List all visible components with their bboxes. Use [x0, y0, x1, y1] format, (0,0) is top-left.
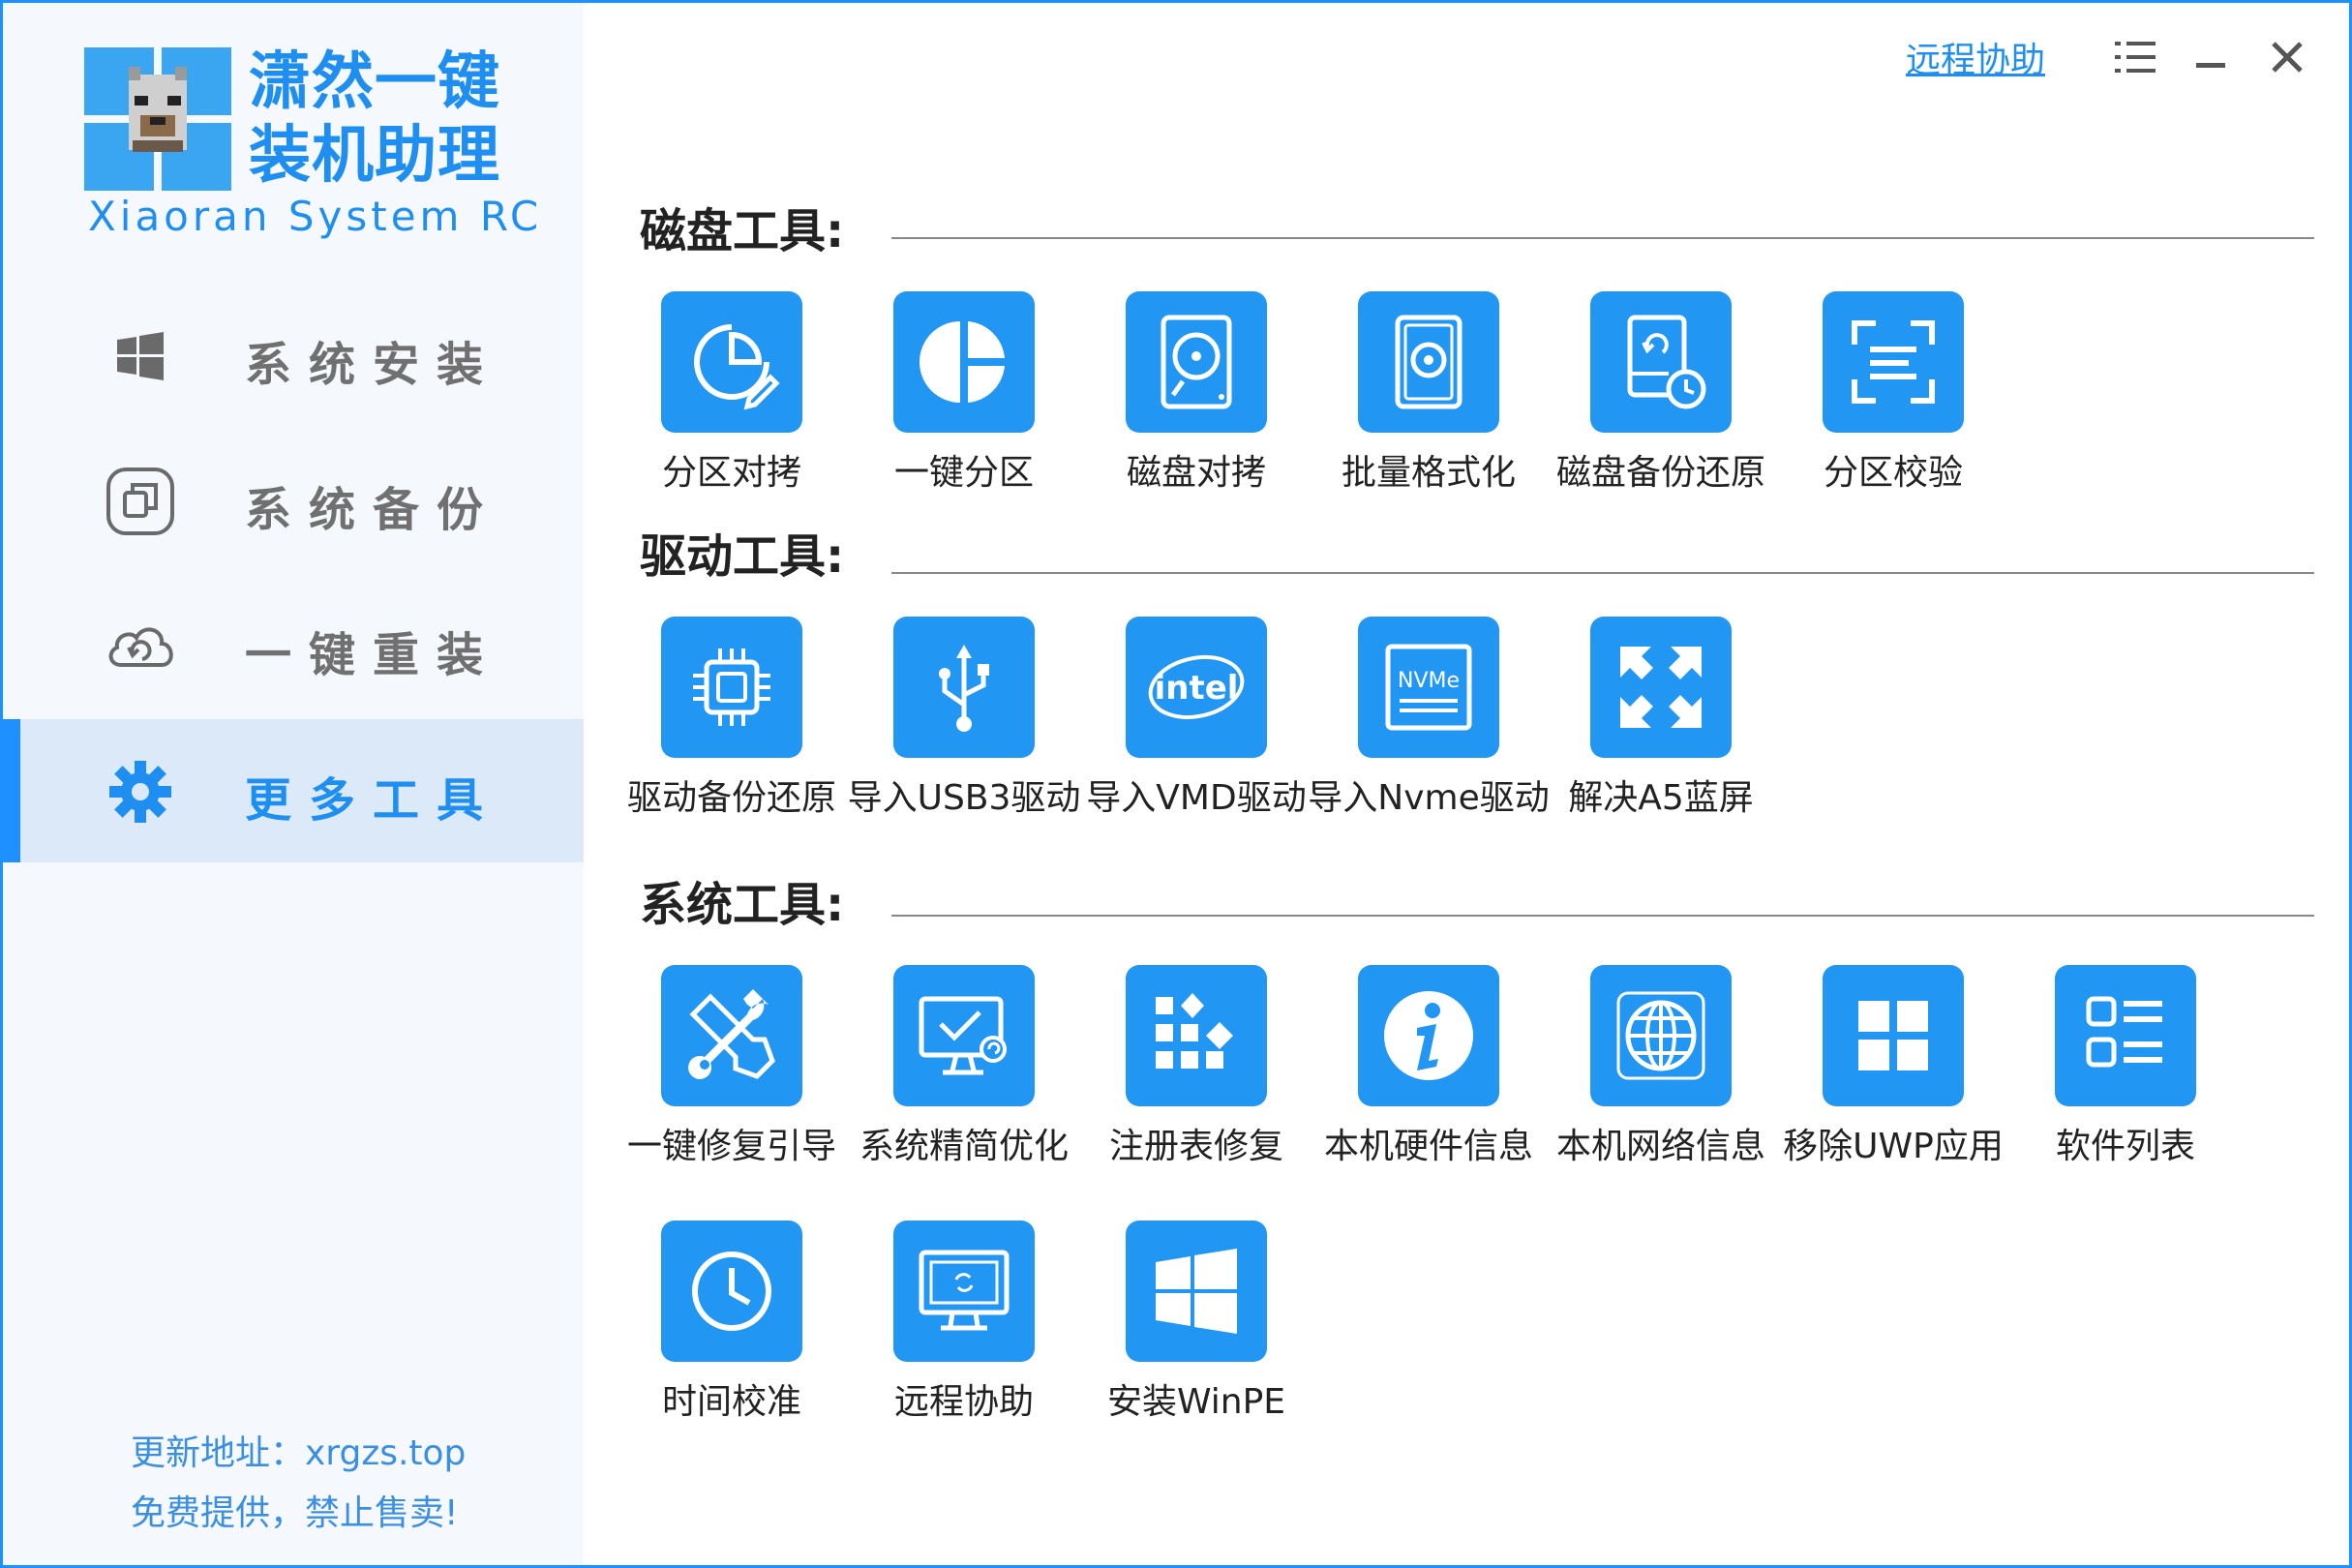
free-notice-text: 免费提供，禁止售卖!: [131, 1493, 459, 1533]
wolf-logo-icon: [84, 47, 231, 191]
tool-label: 本机网络信息: [1555, 1127, 1765, 1166]
section-divider: [891, 572, 2314, 574]
tool-disk-copy[interactable]: 磁盘对拷: [1087, 291, 1310, 514]
remote-assist-link[interactable]: 远程协助: [1906, 32, 2045, 82]
section-title-disk-tools: 磁盘工具:: [640, 204, 845, 258]
app-logo: 潇然一键 装机助理 Xiaoran System RC: [84, 46, 538, 241]
tool-batch-format[interactable]: 批量格式化: [1319, 291, 1542, 514]
tool-network-info[interactable]: 本机网络信息: [1552, 965, 1774, 1188]
sidebar: 潇然一键 装机助理 Xiaoran System RC 系统安装 系统备份 一键…: [3, 3, 584, 1565]
sidebar-item-one-click-reinstall[interactable]: 一键重装: [3, 574, 584, 717]
sidebar-footer: 更新地址：xrgzs.top 免费提供，禁止售卖!: [131, 1424, 466, 1544]
chip-icon: [693, 648, 770, 726]
sidebar-item-label: 系统备份: [245, 483, 501, 537]
logo-title-line2: 装机助理: [249, 120, 500, 192]
section-divider: [891, 915, 2314, 917]
registry-icon: [1156, 993, 1233, 1069]
main-panel: 远程协助 磁盘工具: 分区对拷 一键分区 磁盘对拷 批量格式化 磁盘备份还原 分…: [584, 3, 2349, 1565]
tool-label: 驱动备份还原: [626, 778, 836, 818]
app-window: 潇然一键 装机助理 Xiaoran System RC 系统安装 系统备份 一键…: [0, 0, 2352, 1568]
globe-icon: [1616, 991, 1705, 1080]
sidebar-item-system-backup[interactable]: 系统备份: [3, 429, 584, 572]
tool-remove-uwp-apps[interactable]: 移除UWP应用: [1783, 965, 2006, 1188]
tool-label: 一键修复引导: [626, 1127, 836, 1166]
svg-text:intel: intel: [1155, 669, 1239, 708]
tool-import-nvme-driver[interactable]: NVMe 导入Nvme驱动: [1308, 617, 1550, 839]
usb-icon: [939, 645, 989, 732]
tool-system-slim-optimize[interactable]: 系统精简优化: [855, 965, 1077, 1188]
info-icon: [1384, 991, 1473, 1080]
windows-logo-icon: [1156, 1249, 1237, 1334]
partition-verify-icon: [1852, 320, 1935, 404]
tool-label: 解决A5蓝屏: [1568, 778, 1754, 818]
section-title-driver-tools: 驱动工具:: [640, 529, 845, 584]
wrench-icon: [688, 989, 775, 1079]
partition-copy-icon: [694, 324, 780, 410]
tool-fix-a5-bluescreen[interactable]: 解决A5蓝屏: [1552, 617, 1774, 839]
tool-label: 软件列表: [2055, 1127, 2195, 1166]
section-title-system-tools: 系统工具:: [640, 878, 845, 932]
tool-label: 系统精简优化: [859, 1127, 1069, 1166]
tool-label: 磁盘备份还原: [1555, 453, 1765, 493]
active-indicator: [3, 719, 20, 862]
tool-label: 注册表修复: [1108, 1127, 1283, 1166]
tool-label: 导入Nvme驱动: [1308, 778, 1550, 818]
tool-disk-backup-restore[interactable]: 磁盘备份还原: [1552, 291, 1774, 514]
monitor-check-icon: [919, 996, 1007, 1075]
gear-icon: [109, 761, 171, 823]
pie-partition-icon: [920, 321, 1005, 403]
logo-title-line1: 潇然一键: [249, 46, 500, 118]
format-icon: [1395, 315, 1462, 409]
cloud-refresh-icon: [108, 627, 173, 667]
svg-text:NVMe: NVMe: [1398, 669, 1460, 693]
tool-label: 时间校准: [661, 1382, 801, 1422]
tool-label: 本机硬件信息: [1323, 1127, 1533, 1166]
tool-remote-assist[interactable]: 远程协助: [855, 1221, 1077, 1443]
sidebar-item-system-install[interactable]: 系统安装: [3, 284, 584, 427]
tool-label: 导入USB3驱动: [847, 778, 1081, 818]
sidebar-item-label: 系统安装: [245, 338, 501, 392]
section-divider: [891, 237, 2314, 239]
disk-backup-icon: [1627, 315, 1706, 409]
tool-time-sync[interactable]: 时间校准: [622, 1221, 845, 1443]
tool-install-winpe[interactable]: 安装WinPE: [1087, 1221, 1310, 1443]
tool-label: 导入VMD驱动: [1086, 778, 1307, 818]
backup-icon: [106, 467, 174, 535]
tool-label: 移除UWP应用: [1783, 1127, 2004, 1166]
tool-label: 分区对拷: [661, 453, 801, 493]
expand-arrows-icon: [1620, 647, 1702, 728]
disk-copy-icon: [1161, 315, 1232, 409]
tool-label: 分区校验: [1823, 453, 1963, 493]
tool-registry-repair[interactable]: 注册表修复: [1087, 965, 1310, 1188]
close-icon[interactable]: [2262, 32, 2312, 82]
update-address-text: 更新地址：xrgzs.top: [131, 1433, 467, 1473]
windows-icon: [117, 332, 164, 380]
sidebar-item-more-tools[interactable]: 更多工具: [3, 719, 584, 862]
tool-software-list[interactable]: 软件列表: [2016, 965, 2239, 1188]
nvme-icon: NVMe: [1385, 644, 1472, 731]
tool-import-usb3-driver[interactable]: 导入USB3驱动: [848, 617, 1080, 839]
tool-partition-copy[interactable]: 分区对拷: [622, 291, 845, 514]
tool-repair-boot[interactable]: 一键修复引导: [622, 965, 845, 1188]
uwp-grid-icon: [1858, 1001, 1928, 1070]
tool-import-vmd-driver[interactable]: intel 导入VMD驱动: [1086, 617, 1310, 839]
sidebar-item-label: 一键重装: [245, 628, 501, 682]
intel-icon: intel: [1148, 655, 1245, 719]
tool-label: 一键分区: [893, 453, 1034, 493]
tool-label: 批量格式化: [1341, 453, 1516, 493]
tool-label: 安装WinPE: [1106, 1382, 1286, 1422]
remote-monitor-icon: [919, 1250, 1010, 1331]
tool-label: 磁盘对拷: [1126, 453, 1266, 493]
tool-label: 远程协助: [893, 1382, 1034, 1422]
tool-one-click-partition[interactable]: 一键分区: [855, 291, 1077, 514]
list-icon: [2086, 996, 2162, 1068]
minimize-icon[interactable]: [2186, 32, 2237, 82]
menu-icon[interactable]: [2111, 32, 2161, 82]
clock-icon: [692, 1251, 771, 1331]
tool-driver-backup-restore[interactable]: 驱动备份还原: [622, 617, 845, 839]
tool-partition-verify[interactable]: 分区校验: [1784, 291, 2006, 514]
sidebar-item-label: 更多工具: [245, 773, 501, 828]
logo-subtitle: Xiaoran System RC: [88, 193, 543, 240]
tool-hardware-info[interactable]: 本机硬件信息: [1319, 965, 1542, 1188]
